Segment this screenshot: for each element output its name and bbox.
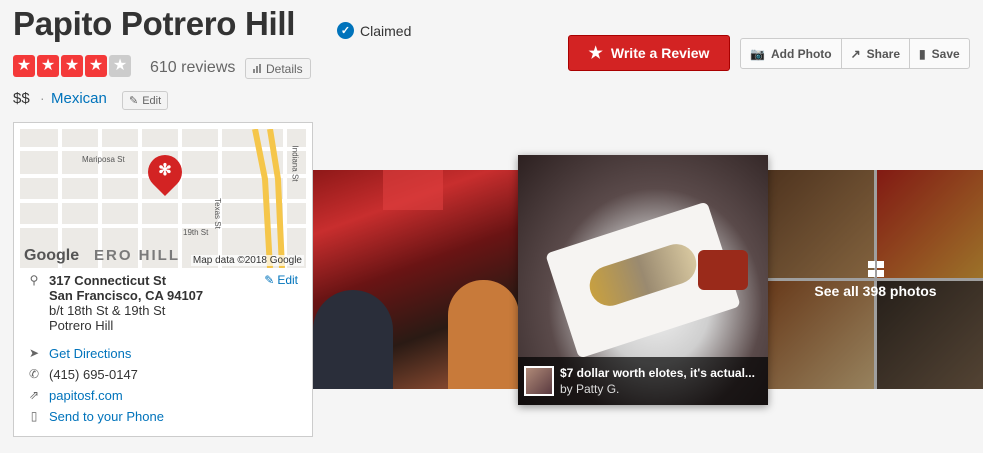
address-edit-label: Edit bbox=[277, 273, 298, 287]
star-icon: ★ bbox=[61, 55, 83, 77]
add-photo-button[interactable]: 📷 Add Photo bbox=[741, 39, 842, 68]
photo-caption[interactable]: $7 dollar worth elotes, it's actual... b… bbox=[518, 357, 768, 405]
category-link[interactable]: Mexican bbox=[51, 90, 107, 107]
write-review-button[interactable]: ★ Write a Review bbox=[568, 35, 730, 71]
star-icon: ★ bbox=[37, 55, 59, 77]
write-review-label: Write a Review bbox=[610, 45, 710, 61]
grid-icon bbox=[867, 260, 884, 277]
street-label: Indiana St bbox=[290, 145, 300, 182]
external-link-icon: ⇗ bbox=[28, 388, 40, 402]
details-label: Details bbox=[266, 61, 303, 76]
directions-link[interactable]: Get Directions bbox=[49, 346, 131, 361]
add-photo-label: Add Photo bbox=[770, 46, 832, 61]
see-all-label: See all 398 photos bbox=[814, 282, 937, 299]
address-city: San Francisco, CA 94107 bbox=[49, 288, 204, 303]
checkmark-icon: ✓ bbox=[337, 22, 354, 39]
edit-category-button[interactable]: ✎ Edit bbox=[122, 91, 169, 110]
featured-photo[interactable]: $7 dollar worth elotes, it's actual... b… bbox=[518, 155, 768, 405]
bookmark-icon: ▮ bbox=[919, 46, 926, 61]
caption-title: $7 dollar worth elotes, it's actual... bbox=[560, 365, 755, 380]
street-label: Texas St bbox=[212, 198, 222, 229]
share-button[interactable]: ↗ Share bbox=[842, 39, 911, 68]
photo-detail bbox=[383, 170, 443, 210]
directions-icon: ➤ bbox=[28, 346, 40, 360]
address-neighborhood: Potrero Hill bbox=[49, 318, 114, 333]
claimed-badge: ✓ Claimed bbox=[337, 22, 411, 39]
photo-detail bbox=[313, 290, 393, 389]
star-icon: ★ bbox=[85, 55, 107, 77]
photo-detail bbox=[698, 250, 748, 290]
star-empty-icon: ★ bbox=[109, 55, 131, 77]
phone-icon: ✆ bbox=[28, 367, 40, 381]
address-cross-streets: b/t 18th St & 19th St bbox=[49, 303, 166, 318]
phone-row: ✆ (415) 695-0147 bbox=[27, 367, 138, 382]
street-label: Mariposa St bbox=[82, 155, 125, 164]
photo-restaurant-interior[interactable] bbox=[313, 170, 519, 389]
mobile-phone-icon: ▯ bbox=[30, 409, 38, 423]
pencil-icon: ✎ bbox=[264, 273, 275, 287]
location-pin-icon: ⚲ bbox=[29, 273, 39, 287]
share-icon: ↗ bbox=[850, 46, 861, 61]
claimed-label: Claimed bbox=[360, 22, 412, 39]
edit-label: Edit bbox=[142, 94, 162, 107]
phone-number: (415) 695-0147 bbox=[49, 367, 138, 382]
website-link[interactable]: papitosf.com bbox=[49, 388, 123, 403]
separator: · bbox=[40, 90, 45, 106]
bar-chart-icon bbox=[253, 64, 261, 73]
map-area-label: ERO HILL bbox=[94, 247, 180, 264]
save-button[interactable]: ▮ Save bbox=[910, 39, 969, 68]
map-attribution: Map data ©2018 Google bbox=[190, 255, 304, 266]
review-count[interactable]: 610 reviews bbox=[150, 59, 235, 77]
directions-row[interactable]: ➤ Get Directions bbox=[27, 346, 131, 361]
camera-icon: 📷 bbox=[750, 46, 765, 61]
star-rating: ★ ★ ★ ★ ★ bbox=[13, 55, 131, 77]
address-edit-link[interactable]: ✎ Edit bbox=[264, 273, 298, 287]
send-phone-row[interactable]: ▯ Send to your Phone bbox=[27, 409, 164, 424]
photo-detail bbox=[448, 280, 519, 389]
address-block: ⚲ 317 Connecticut St San Francisco, CA 9… bbox=[27, 273, 204, 333]
caption-author[interactable]: by Patty G. bbox=[560, 382, 619, 396]
action-button-group: 📷 Add Photo ↗ Share ▮ Save bbox=[740, 38, 970, 69]
caption-text: $7 dollar worth elotes, it's actual... b… bbox=[560, 365, 762, 397]
street-label: 19th St bbox=[183, 228, 209, 237]
send-to-phone-link[interactable]: Send to your Phone bbox=[49, 409, 164, 424]
user-avatar[interactable] bbox=[524, 366, 554, 396]
address-street: 317 Connecticut St bbox=[49, 273, 167, 288]
map[interactable]: Mariposa St 19th St Texas St Indiana St … bbox=[20, 129, 306, 268]
star-icon: ★ bbox=[588, 45, 603, 62]
see-all-photos-link[interactable]: See all 398 photos bbox=[768, 170, 983, 389]
map-box: Mariposa St 19th St Texas St Indiana St … bbox=[13, 122, 313, 437]
yelp-burst-icon: ✻ bbox=[158, 162, 172, 179]
pencil-icon: ✎ bbox=[129, 95, 139, 107]
business-name: Papito Potrero Hill bbox=[13, 5, 296, 42]
website-row[interactable]: ⇗ papitosf.com bbox=[27, 388, 123, 403]
star-icon: ★ bbox=[13, 55, 35, 77]
price-range: $$ bbox=[13, 90, 30, 107]
share-label: Share bbox=[866, 46, 901, 61]
save-label: Save bbox=[931, 46, 960, 61]
details-button[interactable]: Details bbox=[245, 58, 311, 79]
google-logo: Google bbox=[24, 247, 80, 264]
